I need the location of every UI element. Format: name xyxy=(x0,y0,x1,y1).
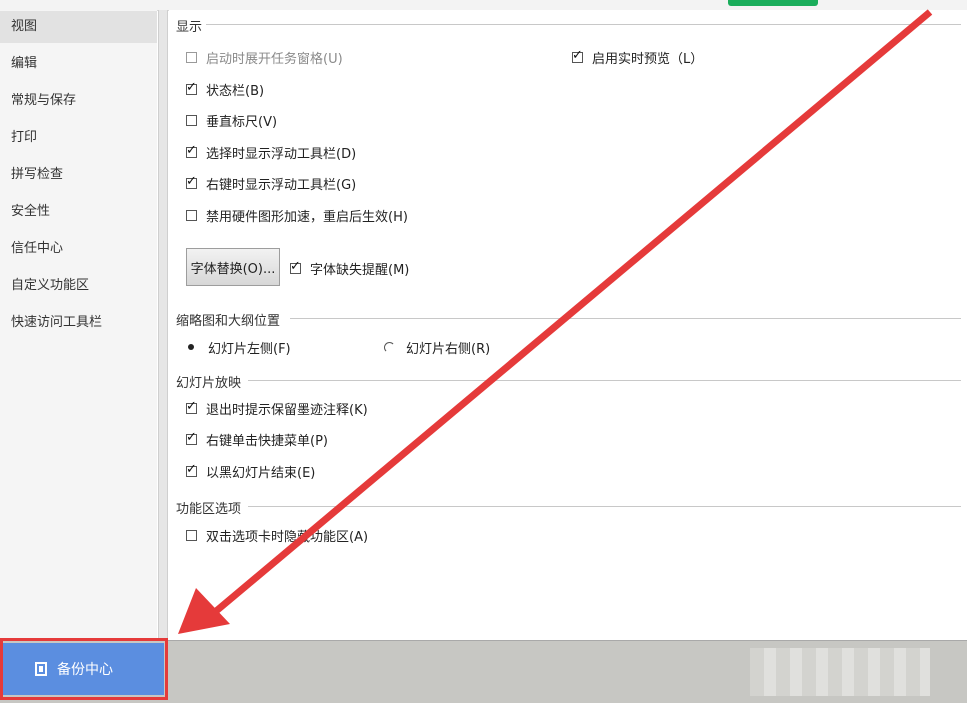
section-title-thumbnail: 缩略图和大纲位置 xyxy=(176,310,285,329)
section-divider xyxy=(248,506,961,507)
options-content-panel xyxy=(169,10,967,640)
backup-center-label: 备份中心 xyxy=(57,662,113,678)
checkbox-label: 状态栏(B) xyxy=(206,83,265,99)
checkbox-missing-font-alert[interactable]: 字体缺失提醒(M) xyxy=(290,258,409,278)
checkbox-label: 启动时展开任务窗格(U) xyxy=(206,51,343,67)
checkbox-right-click-menu[interactable]: 右键单击快捷菜单(P) xyxy=(186,429,328,449)
checkbox-box[interactable] xyxy=(572,48,583,63)
sidebar-item-view[interactable]: 视图 xyxy=(0,11,157,43)
sidebar-item-trust-center[interactable]: 信任中心 xyxy=(0,233,157,265)
sidebar-item-customize-ribbon[interactable]: 自定义功能区 xyxy=(0,270,157,302)
checkbox-label: 以黑幻灯片结束(E) xyxy=(206,465,316,481)
radio-button[interactable] xyxy=(384,341,395,353)
backup-center-button[interactable]: 备份中心 xyxy=(0,643,164,695)
checkbox-disable-hw-accel[interactable]: 禁用硬件图形加速，重启后生效(H) xyxy=(186,205,408,225)
sidebar-item-quick-access-toolbar[interactable]: 快速访问工具栏 xyxy=(0,307,157,339)
checkbox-box[interactable] xyxy=(186,80,197,95)
checkbox-box[interactable] xyxy=(186,209,197,221)
checkbox-box[interactable] xyxy=(186,51,197,63)
checkbox-box[interactable] xyxy=(186,529,197,541)
sidebar-item-edit[interactable]: 编辑 xyxy=(0,48,157,80)
section-title-ribbon: 功能区选项 xyxy=(176,498,246,517)
checkbox-dblclick-hide-ribbon[interactable]: 双击选项卡时隐藏功能区(A) xyxy=(186,525,368,545)
sidebar-item-spellcheck[interactable]: 拼写检查 xyxy=(0,159,157,191)
sidebar-splitter[interactable] xyxy=(158,10,168,640)
checkbox-box[interactable] xyxy=(186,114,197,126)
checkbox-ink-prompt[interactable]: 退出时提示保留墨迹注释(K) xyxy=(186,398,368,418)
blurred-watermark xyxy=(750,648,930,696)
checkbox-box[interactable] xyxy=(186,143,197,158)
checkbox-label: 右键单击快捷菜单(P) xyxy=(206,433,328,449)
options-sidebar: 视图 编辑 常规与保存 打印 拼写检查 安全性 信任中心 自定义功能区 快速访问… xyxy=(0,10,157,640)
top-green-button[interactable] xyxy=(728,0,818,6)
radio-label: 幻灯片左侧(F) xyxy=(208,341,291,357)
checkbox-label: 启用实时预览（L） xyxy=(592,51,704,67)
checkbox-box[interactable] xyxy=(186,399,197,414)
checkbox-vertical-ruler[interactable]: 垂直标尺(V) xyxy=(186,110,277,130)
section-divider xyxy=(248,380,961,381)
checkbox-live-preview[interactable]: 启用实时预览（L） xyxy=(572,47,703,67)
checkbox-label: 禁用硬件图形加速，重启后生效(H) xyxy=(206,209,408,225)
checkbox-end-black[interactable]: 以黑幻灯片结束(E) xyxy=(186,461,315,481)
checkbox-float-toolbar-rightclick[interactable]: 右键时显示浮动工具栏(G) xyxy=(186,173,356,193)
section-title-slideshow: 幻灯片放映 xyxy=(176,372,246,391)
checkbox-label: 双击选项卡时隐藏功能区(A) xyxy=(206,529,369,545)
backup-icon xyxy=(35,662,47,676)
sidebar-item-print[interactable]: 打印 xyxy=(0,122,157,154)
section-title-display: 显示 xyxy=(176,16,207,35)
checkbox-label: 右键时显示浮动工具栏(G) xyxy=(206,177,357,193)
section-divider xyxy=(290,318,961,319)
sidebar-item-security[interactable]: 安全性 xyxy=(0,196,157,228)
radio-label: 幻灯片右侧(R) xyxy=(406,341,491,357)
checkbox-box[interactable] xyxy=(186,174,197,189)
checkbox-box[interactable] xyxy=(186,430,197,445)
checkbox-status-bar[interactable]: 状态栏(B) xyxy=(186,79,264,99)
section-divider xyxy=(205,24,961,25)
checkbox-label: 垂直标尺(V) xyxy=(206,114,278,130)
radio-button[interactable] xyxy=(186,342,197,353)
checkbox-label: 选择时显示浮动工具栏(D) xyxy=(206,146,357,162)
checkbox-float-toolbar-select[interactable]: 选择时显示浮动工具栏(D) xyxy=(186,142,356,162)
font-replace-button[interactable]: 字体替换(O)... xyxy=(186,248,280,286)
radio-slide-left[interactable]: 幻灯片左侧(F) xyxy=(186,337,291,357)
radio-slide-right[interactable]: 幻灯片右侧(R) xyxy=(384,337,490,357)
checkbox-label: 字体缺失提醒(M) xyxy=(310,262,410,278)
sidebar-item-general-save[interactable]: 常规与保存 xyxy=(0,85,157,117)
checkbox-box[interactable] xyxy=(290,259,301,274)
checkbox-label: 退出时提示保留墨迹注释(K) xyxy=(206,402,368,418)
checkbox-box[interactable] xyxy=(186,462,197,477)
checkbox-startup-taskpane[interactable]: 启动时展开任务窗格(U) xyxy=(186,47,343,67)
